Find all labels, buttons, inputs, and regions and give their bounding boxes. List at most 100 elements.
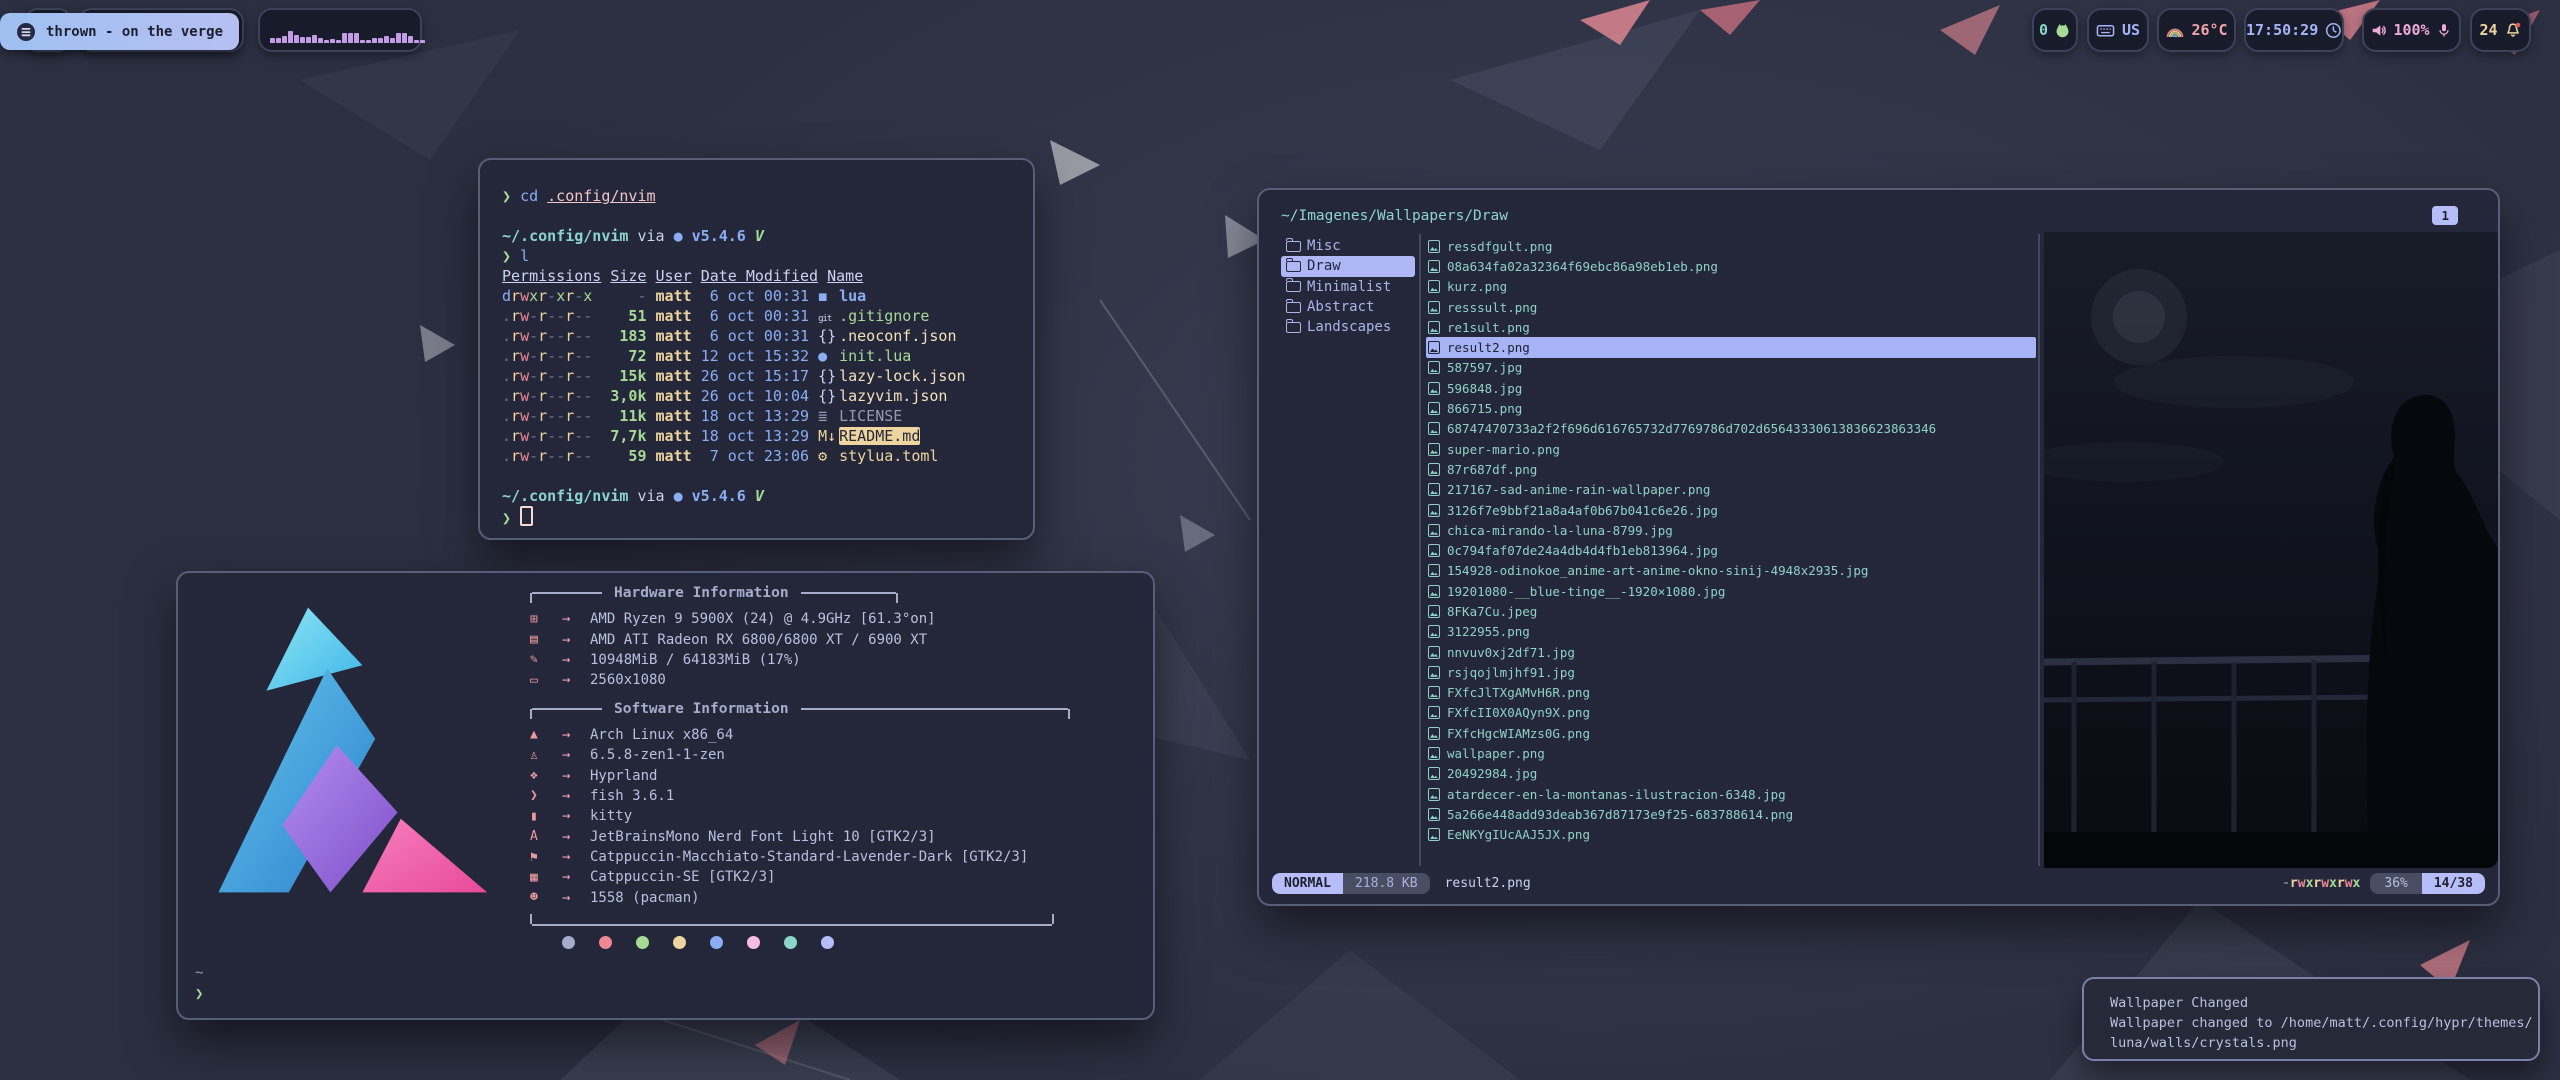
image-file-icon: [1428, 828, 1440, 841]
file-row[interactable]: chica-mirando-la-luna-8799.jpg: [1426, 520, 2036, 540]
image-file-icon: [1428, 564, 1440, 577]
file-row[interactable]: result2.png: [1426, 337, 2036, 357]
file-row[interactable]: 5a266e448add93deab367d87173e9f25-6837886…: [1426, 804, 2036, 824]
file-name: ressdfgult.png: [1447, 239, 1552, 254]
fetch-window[interactable]: Hardware Information ⊞→AMD Ryzen 9 5900X…: [176, 571, 1155, 1020]
notifications-count: 24: [2479, 21, 2497, 39]
visualizer-bar: [330, 39, 335, 43]
file-row[interactable]: 3126f7e9bbf21a8a4af0b67b041c6e26.jpg: [1426, 500, 2036, 520]
file-manager-window[interactable]: ~/Imagenes/Wallpapers/Draw 1 MiscDrawMin…: [1257, 188, 2500, 906]
visualizer-bar: [390, 38, 395, 43]
terminal-window[interactable]: ❯ cd .config/nvim~/.config/nvim via ● v5…: [478, 158, 1035, 540]
file-row[interactable]: re1sult.png: [1426, 317, 2036, 337]
file-name: 154928-odinokoe_anime-art-anime-okno-sin…: [1447, 563, 1868, 578]
file-row[interactable]: nnvuv0xj2df71.jpg: [1426, 642, 2036, 662]
file-row[interactable]: 587597.jpg: [1426, 358, 2036, 378]
fetch-row-shell: ❯→fish 3.6.1: [530, 786, 1075, 806]
media-pill[interactable]: thrown - on the verge: [0, 13, 239, 50]
file-name: FXfcII0X0AQyn9X.png: [1447, 705, 1590, 720]
file-row[interactable]: 19201080-__blue-tinge__-1920×1080.jpg: [1426, 581, 2036, 601]
fetch-row-theme: ⚑→Catppuccin-Macchiato-Standard-Lavender…: [530, 847, 1075, 867]
visualizer-bar: [270, 38, 275, 43]
tab-badge[interactable]: 1: [2432, 206, 2458, 225]
clock-pill[interactable]: 17:50:29: [2244, 8, 2344, 52]
palette-dot: [710, 936, 723, 949]
file-row[interactable]: 68747470733a2f2f696d616765732d7769786d70…: [1426, 419, 2036, 439]
file-name: kurz.png: [1447, 279, 1507, 294]
file-row[interactable]: atardecer-en-la-montanas-ilustracion-634…: [1426, 784, 2036, 804]
file-row[interactable]: 3122955.png: [1426, 622, 2036, 642]
visualizer-bar: [306, 37, 311, 43]
visualizer-bar: [420, 40, 425, 43]
visualizer-bar: [384, 36, 389, 43]
file-name: nnvuv0xj2df71.jpg: [1447, 645, 1575, 660]
desktop: V thrown - on the verge 0: [0, 0, 2560, 1080]
speaker-icon: [2371, 22, 2388, 39]
file-row[interactable]: 08a634fa02a32364f69ebc86a98eb1eb.png: [1426, 256, 2036, 276]
gpu-icon: ▤: [530, 632, 562, 647]
image-file-icon: [1428, 422, 1440, 435]
notifications-pill[interactable]: 24: [2470, 8, 2531, 52]
file-row[interactable]: FXfcII0X0AQyn9X.png: [1426, 703, 2036, 723]
sidebar-folder-misc[interactable]: Misc: [1281, 236, 1415, 256]
fetch-value: Hyprland: [590, 768, 657, 784]
sidebar-folder-landscapes[interactable]: Landscapes: [1281, 317, 1415, 337]
file-name: 08a634fa02a32364f69ebc86a98eb1eb.png: [1447, 259, 1718, 274]
arrow-icon: →: [562, 652, 590, 668]
visualizer-bar: [336, 40, 341, 43]
image-file-icon: [1428, 321, 1440, 334]
fetch-value: fish 3.6.1: [590, 788, 674, 804]
file-row[interactable]: FXfcHgcWIAMzs0G.png: [1426, 723, 2036, 743]
arrow-icon: →: [562, 727, 590, 743]
visualizer-bar: [318, 38, 323, 43]
file-row[interactable]: FXfcJlTXgAMvH6R.png: [1426, 683, 2036, 703]
visualizer-bar: [408, 36, 413, 43]
file-name: re1sult.png: [1447, 320, 1530, 335]
fetch-row-resolution: ▭→2560x1080: [530, 670, 1075, 690]
file-row[interactable]: 154928-odinokoe_anime-art-anime-okno-sin…: [1426, 561, 2036, 581]
notification-title: Wallpaper Changed: [2110, 993, 2538, 1013]
memory-icon: ✎: [530, 652, 562, 667]
clock-time: 17:50:29: [2246, 21, 2318, 39]
audio-pill[interactable]: 100%: [2362, 8, 2461, 52]
github-pill[interactable]: 0: [2032, 8, 2078, 52]
sidebar-folder-abstract[interactable]: Abstract: [1281, 297, 1415, 317]
palette-dot: [821, 936, 834, 949]
image-file-icon: [1428, 382, 1440, 395]
palette-dot: [673, 936, 686, 949]
file-row[interactable]: 0c794faf07de24a4db4d4fb1eb813964.jpg: [1426, 540, 2036, 560]
file-row[interactable]: resssult.png: [1426, 297, 2036, 317]
arrow-icon: →: [562, 768, 590, 784]
image-preview-pane: [2044, 232, 2498, 868]
keyboard-layout-pill[interactable]: US: [2087, 8, 2149, 52]
font-icon: A: [530, 829, 562, 844]
arrow-icon: →: [562, 808, 590, 824]
file-row[interactable]: wallpaper.png: [1426, 743, 2036, 763]
file-row[interactable]: 20492984.jpg: [1426, 764, 2036, 784]
file-row[interactable]: 217167-sad-anime-rain-wallpaper.png: [1426, 480, 2036, 500]
image-file-icon: [1428, 240, 1440, 253]
sidebar-folder-draw[interactable]: Draw: [1281, 256, 1415, 276]
file-name: super-mario.png: [1447, 442, 1560, 457]
weather-pill[interactable]: 26°C: [2157, 8, 2236, 52]
file-row[interactable]: 866715.png: [1426, 398, 2036, 418]
file-row[interactable]: 596848.jpg: [1426, 378, 2036, 398]
visualizer-bar: [288, 31, 293, 43]
notification-toast[interactable]: Wallpaper Changed Wallpaper changed to /…: [2082, 977, 2540, 1061]
file-row[interactable]: kurz.png: [1426, 277, 2036, 297]
file-row[interactable]: rsjqojlmjhf91.jpg: [1426, 662, 2036, 682]
sidebar-folder-minimalist[interactable]: Minimalist: [1281, 277, 1415, 297]
fetch-row-packages: ☻→1558 (pacman): [530, 888, 1075, 908]
file-row[interactable]: 87r687df.png: [1426, 459, 2036, 479]
rainbow-icon: [2165, 22, 2185, 39]
file-row[interactable]: ressdfgult.png: [1426, 236, 2036, 256]
file-name: EeNKYgIUcAAJ5JX.png: [1447, 827, 1590, 842]
image-file-icon: [1428, 585, 1440, 598]
notification-body: Wallpaper changed to /home/matt/.config/…: [2110, 1013, 2538, 1053]
file-row[interactable]: 8FKa7Cu.jpeg: [1426, 601, 2036, 621]
theme-icon: ⚑: [530, 850, 562, 865]
palette-dot: [747, 936, 760, 949]
arch-crystal-logo: [196, 585, 516, 915]
file-row[interactable]: super-mario.png: [1426, 439, 2036, 459]
file-row[interactable]: EeNKYgIUcAAJ5JX.png: [1426, 825, 2036, 845]
